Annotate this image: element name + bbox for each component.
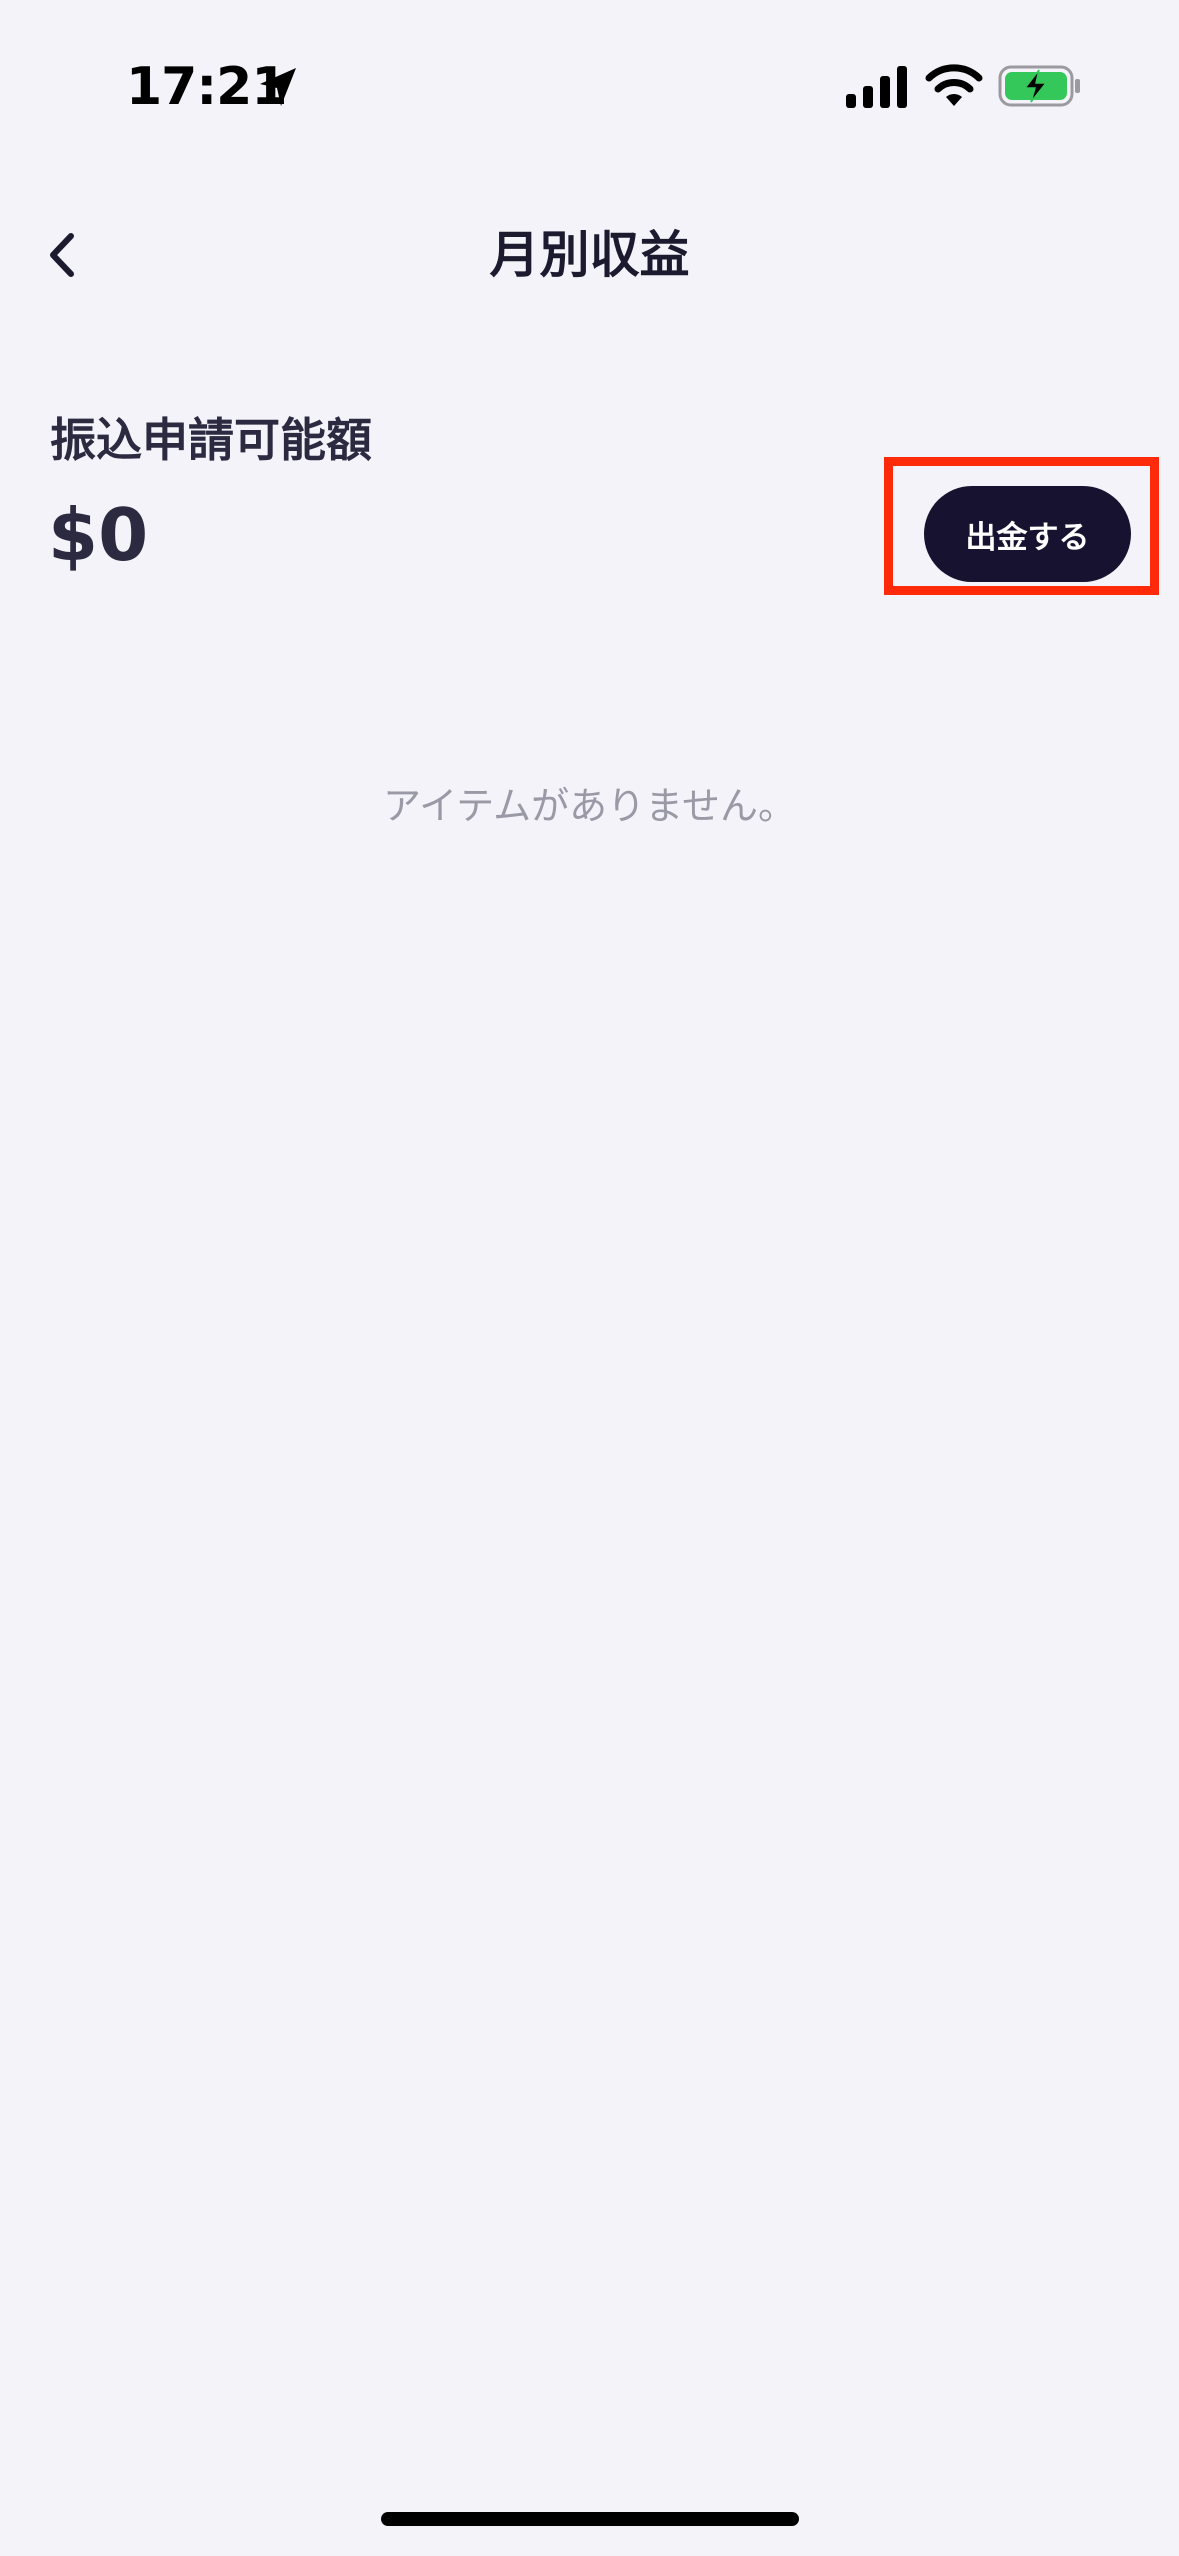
empty-list-message: アイテムがありません。 [382,784,797,828]
withdrawable-balance-label: 振込申請可能額 [50,413,372,467]
page-title: 月別収益 [489,226,690,284]
home-indicator[interactable] [381,2512,799,2526]
battery-charging-icon [998,65,1080,107]
wifi-icon [925,64,983,106]
withdraw-button[interactable]: 出金する [924,486,1131,582]
navigation-bar: 月別収益 [0,200,1179,310]
withdrawable-balance-amount: $0 [48,493,149,577]
location-arrow-icon [260,68,296,106]
cellular-signal-icon [846,66,907,108]
status-bar: 17:21 [0,0,1179,150]
